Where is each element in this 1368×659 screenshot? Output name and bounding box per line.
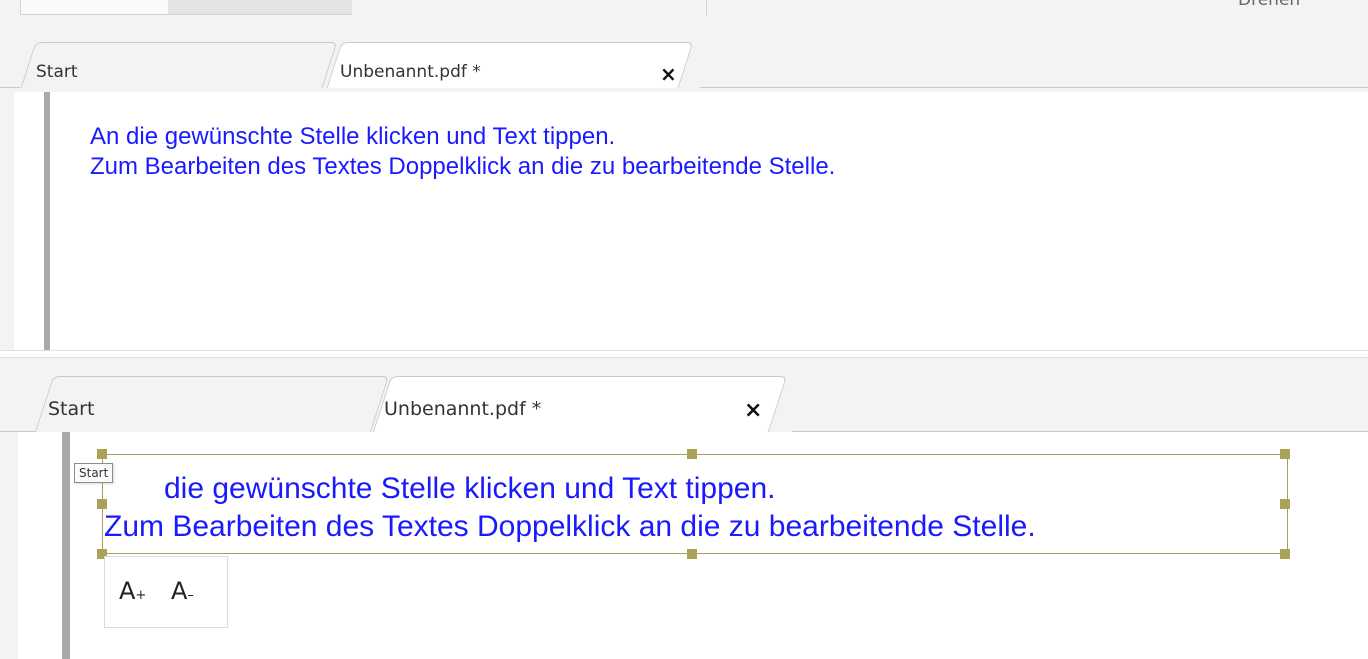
- tab-bar: Start Unbenannt.pdf * ×: [0, 42, 1368, 88]
- text-line-2[interactable]: Zum Bearbeiten des Textes Doppelklick an…: [90, 153, 835, 181]
- document-canvas[interactable]: die gewünschte Stelle klicken und Text t…: [18, 432, 1368, 659]
- tab-start-label: Start: [36, 62, 78, 82]
- increase-font-button[interactable]: A+: [119, 577, 146, 610]
- close-tab-icon[interactable]: ×: [660, 62, 677, 86]
- tab-document-label: Unbenannt.pdf *: [384, 398, 542, 420]
- decrease-font-suffix: –: [187, 588, 194, 603]
- document-canvas[interactable]: An die gewünschte Stelle klicken und Tex…: [14, 92, 1368, 350]
- resize-handle-w[interactable]: [97, 499, 107, 509]
- resize-handle-ne[interactable]: [1280, 449, 1290, 459]
- decrease-font-button[interactable]: A–: [171, 577, 194, 610]
- top-toolbar: Drehen: [0, 0, 1368, 37]
- panel-separator: [0, 350, 1368, 358]
- resize-handle-se[interactable]: [1280, 549, 1290, 559]
- text-line-1[interactable]: An die gewünschte Stelle klicken und Tex…: [90, 123, 615, 151]
- tooltip: Start: [74, 463, 114, 483]
- resize-handle-s[interactable]: [687, 549, 697, 559]
- tab-document-label: Unbenannt.pdf *: [340, 62, 481, 82]
- resize-handle-n[interactable]: [687, 449, 697, 459]
- font-size-toolbar: A+ A–: [104, 556, 228, 628]
- toolbar-divider: [706, 0, 707, 16]
- decrease-font-label: A: [171, 577, 188, 605]
- editor-panel-bottom: Start Unbenannt.pdf * × die gewünschte S…: [0, 358, 1368, 659]
- increase-font-suffix: +: [135, 588, 147, 603]
- tab-bar: Start Unbenannt.pdf * ×: [0, 376, 1368, 432]
- resize-handle-e[interactable]: [1280, 499, 1290, 509]
- page-left-edge: [62, 432, 70, 659]
- tab-bar-baseline: [700, 87, 1368, 88]
- text-line-1[interactable]: die gewünschte Stelle klicken und Text t…: [164, 472, 776, 506]
- resize-handle-nw[interactable]: [97, 449, 107, 459]
- tab-bar-baseline: [0, 87, 20, 88]
- text-line-2[interactable]: Zum Bearbeiten des Textes Doppelklick an…: [104, 510, 1036, 544]
- close-tab-icon[interactable]: ×: [744, 398, 762, 423]
- toolbar-segment[interactable]: [168, 0, 352, 15]
- increase-font-label: A: [119, 577, 136, 605]
- page-left-edge: [44, 92, 50, 350]
- toolbar-segment[interactable]: [20, 0, 170, 15]
- toolbar-cut-label: Drehen: [1238, 0, 1301, 10]
- editor-panel-top: Start Unbenannt.pdf * × An die gewünscht…: [0, 37, 1368, 350]
- tab-start-label: Start: [48, 398, 95, 420]
